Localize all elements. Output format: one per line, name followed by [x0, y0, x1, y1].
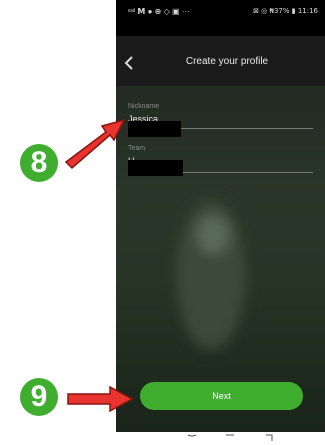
red-arrow-icon — [67, 386, 134, 412]
system-nav-bar — [187, 434, 273, 441]
background-photo-highlight — [196, 215, 230, 255]
redaction-box — [128, 160, 183, 176]
status-bar: ᵉᵃˡ 𝗠 ● ⊕ ◇ ▣ ··· ⊠ ◎ ₦37% ▮ 11:16 — [116, 0, 325, 36]
next-button[interactable]: Next — [140, 382, 303, 410]
step-badge-9: 9 — [20, 378, 58, 416]
status-icons-left: ᵉᵃˡ 𝗠 ● ⊕ ◇ ▣ ··· — [128, 6, 190, 16]
page-title: Create your profile — [185, 55, 269, 67]
nickname-label: Nickname — [128, 103, 160, 110]
nav-recents-icon — [266, 434, 273, 441]
app-bar: Create your profile — [116, 36, 325, 86]
redaction-box — [128, 121, 181, 137]
phone-screen: ᵉᵃˡ 𝗠 ● ⊕ ◇ ▣ ··· ⊠ ◎ ₦37% ▮ 11:16 Creat… — [116, 0, 325, 432]
nav-back-icon — [187, 434, 197, 437]
red-arrow-icon — [64, 118, 126, 170]
step-badge-8: 8 — [20, 144, 58, 182]
team-label: Team — [128, 145, 146, 152]
chevron-left-icon — [124, 56, 133, 70]
back-button[interactable] — [120, 52, 140, 74]
status-icons-right: ⊠ ◎ ₦37% ▮ 11:16 — [253, 7, 318, 15]
